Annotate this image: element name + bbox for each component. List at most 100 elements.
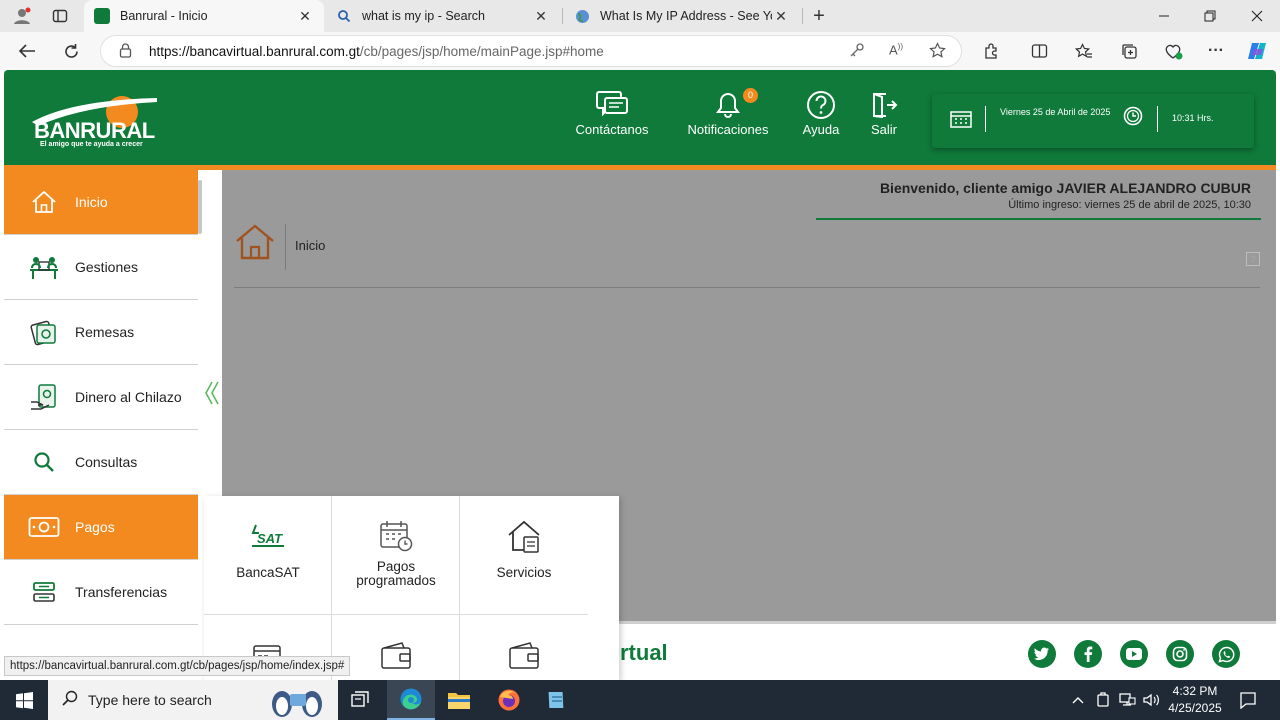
network-icon[interactable]	[1116, 680, 1138, 720]
tab-title: What Is My IP Address - See Your	[600, 9, 772, 23]
file-explorer-icon[interactable]	[435, 680, 483, 720]
back-arrow-icon[interactable]	[12, 37, 42, 65]
extensions-icon[interactable]	[979, 41, 1003, 61]
tab-whatismyip[interactable]: What Is My IP Address - See Your ✕	[564, 0, 800, 32]
lock-icon[interactable]	[119, 43, 132, 61]
tab-title: what is my ip - Search	[362, 9, 485, 23]
collections-icon[interactable]	[1117, 41, 1141, 61]
close-tab-icon[interactable]: ✕	[532, 8, 550, 25]
nav-contactanos[interactable]: Contáctanos	[569, 88, 655, 137]
sidebar-item-label: Remesas	[75, 324, 135, 340]
divider	[985, 106, 986, 132]
divider	[1157, 106, 1158, 132]
close-tab-icon[interactable]: ✕	[772, 8, 790, 25]
close-tab-icon[interactable]: ✕	[296, 8, 314, 25]
breadcrumb-home-icon[interactable]	[234, 222, 276, 262]
instagram-icon[interactable]	[1166, 640, 1194, 668]
chat-icon	[569, 88, 655, 122]
twitter-icon[interactable]	[1028, 640, 1056, 668]
notifications-center-icon[interactable]	[1234, 680, 1262, 720]
taskbar-search-box[interactable]: Type here to search	[48, 680, 338, 720]
wallet-icon	[332, 635, 460, 675]
key-icon[interactable]	[849, 42, 865, 62]
restore-icon[interactable]	[1187, 0, 1233, 32]
submenu-item-wallet-2[interactable]	[460, 615, 588, 680]
split-screen-icon[interactable]	[1027, 41, 1051, 61]
nav-ayuda[interactable]: Ayuda	[795, 88, 847, 137]
whatsapp-icon[interactable]	[1212, 640, 1240, 668]
copilot-icon[interactable]	[1245, 41, 1269, 61]
tab-separator	[562, 8, 563, 24]
submenu-item-wallet[interactable]	[332, 615, 460, 680]
tab-search[interactable]: what is my ip - Search ✕	[326, 0, 560, 32]
web-page: BANRURAL El amigo que te ayuda a crecer …	[0, 70, 1280, 680]
help-icon	[795, 88, 847, 122]
minimize-icon[interactable]	[1141, 0, 1187, 32]
read-aloud-icon[interactable]: A))	[889, 42, 903, 57]
tab-actions-icon[interactable]	[46, 4, 74, 28]
wallet-icon	[460, 635, 588, 675]
windows-start-icon[interactable]	[0, 680, 48, 720]
clock-icon	[1123, 106, 1143, 128]
sidebar-item-consultas[interactable]: Consultas	[4, 430, 203, 495]
firefox-icon[interactable]	[485, 680, 533, 720]
collapse-sidebar-icon[interactable]	[203, 380, 221, 410]
submenu-item-label: Servicios	[496, 565, 552, 580]
browser-tab-strip: Banrural - Inicio ✕ what is my ip - Sear…	[0, 0, 1280, 32]
notification-count-badge: 0	[743, 88, 758, 103]
last-login-text: Último ingreso: viernes 25 de abril de 2…	[1008, 199, 1251, 211]
youtube-icon[interactable]	[1120, 640, 1148, 668]
edge-taskbar-icon[interactable]	[387, 680, 435, 720]
submenu-item-label: BancaSAT	[236, 565, 300, 580]
onedrive-status-icon[interactable]	[1092, 680, 1114, 720]
show-hidden-icons-icon[interactable]	[1068, 680, 1088, 720]
banknote-icon	[28, 511, 60, 543]
sidebar-item-label: Consultas	[75, 454, 138, 470]
close-window-icon[interactable]	[1234, 0, 1280, 32]
calendar-icon	[950, 110, 972, 130]
nav-label: Ayuda	[802, 122, 840, 137]
pagos-submenu: SAT BancaSAT Pagos programados Servicios	[204, 496, 619, 680]
facebook-icon[interactable]	[1074, 640, 1102, 668]
breadcrumb-current: Inicio	[295, 238, 326, 253]
favorites-icon[interactable]	[1072, 41, 1096, 61]
notepad-app-icon[interactable]	[533, 680, 581, 720]
nav-notificaciones[interactable]: 0 Notificaciones	[680, 88, 776, 137]
sidebar-item-label: Inicio	[75, 194, 108, 210]
submenu-item-pagos-programados[interactable]: Pagos programados	[332, 496, 460, 614]
money-icon	[28, 316, 60, 348]
sidebar-item-pagos[interactable]: Pagos	[4, 495, 212, 560]
submenu-item-label: Pagos programados	[356, 559, 436, 588]
footer-logo-text: rtual	[620, 640, 668, 665]
sidebar-item-gestiones[interactable]: Gestiones	[4, 235, 203, 300]
url-field[interactable]: https://bancavirtual.banrural.com.gt/cb/…	[100, 35, 962, 67]
taskbar-clock[interactable]: 4:32 PM 4/25/2025	[1160, 683, 1230, 717]
sidebar-item-inicio[interactable]: Inicio	[4, 170, 203, 235]
sidebar-scrollbar-thumb[interactable]	[198, 180, 202, 234]
more-options-icon[interactable]: ···	[1204, 41, 1228, 61]
task-view-icon[interactable]	[336, 680, 384, 720]
submenu-item-bancasat[interactable]: SAT BancaSAT	[204, 496, 332, 614]
banrural-logo[interactable]: BANRURAL El amigo que te ayuda a crecer	[32, 88, 162, 152]
volume-icon[interactable]	[1140, 680, 1162, 720]
submenu-item-servicios[interactable]: Servicios	[460, 496, 588, 614]
tab-banrural[interactable]: Banrural - Inicio ✕	[84, 0, 324, 32]
address-toolbar: https://bancavirtual.banrural.com.gt/cb/…	[0, 32, 1280, 70]
sidebar-item-dinero-al-chilazo[interactable]: Dinero al Chilazo	[4, 365, 203, 430]
nav-salir[interactable]: Salir	[862, 88, 906, 137]
sidebar-menu: Inicio Gestiones Remesas Dinero al Chila…	[4, 170, 212, 680]
page-help-icon[interactable]: ?	[1246, 252, 1260, 266]
url-path: /cb/pages/jsp/home/mainPage.jsp#home	[359, 43, 604, 59]
sidebar-item-remesas[interactable]: Remesas	[4, 300, 203, 365]
globe-favicon-icon	[574, 8, 590, 24]
nav-label: Contáctanos	[575, 122, 649, 137]
taskbar-search-placeholder: Type here to search	[88, 692, 212, 708]
profile-icon[interactable]	[8, 4, 36, 28]
sidebar-item-transferencias[interactable]: Transferencias	[4, 560, 203, 625]
browser-essentials-icon[interactable]	[1161, 41, 1185, 61]
date-time-panel: Viernes 25 de Abril de 2025 10:31 Hrs.	[932, 94, 1254, 148]
home-icon	[28, 186, 60, 218]
refresh-icon[interactable]	[56, 37, 86, 65]
favorite-star-icon[interactable]	[929, 42, 946, 63]
new-tab-icon[interactable]: +	[805, 4, 833, 28]
